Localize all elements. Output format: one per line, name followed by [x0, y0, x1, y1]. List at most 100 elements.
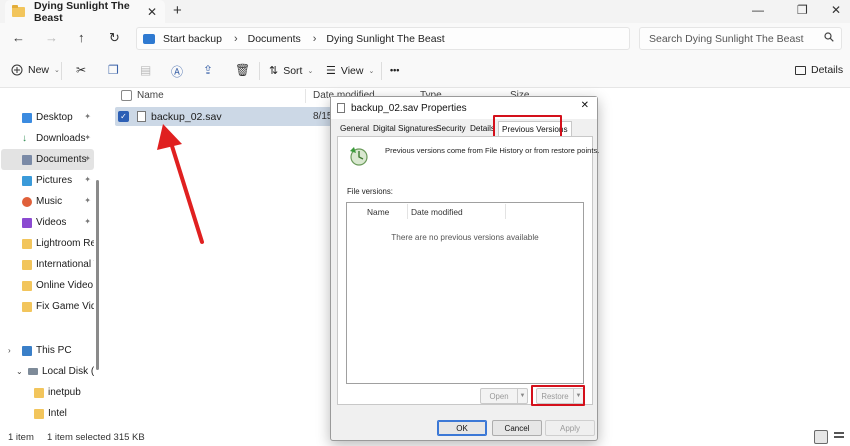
breadcrumb-separator-icon[interactable]: › [313, 33, 317, 45]
pictures-icon [22, 175, 32, 186]
search-input[interactable] [649, 32, 819, 45]
tab-security[interactable]: Security [436, 124, 466, 133]
close-tab-icon[interactable]: ✕ [145, 5, 159, 19]
breadcrumb-separator-icon[interactable]: › [234, 33, 238, 45]
folder-icon [22, 259, 32, 270]
sidebar-item-label: This PC [36, 345, 72, 356]
pin-icon: ✦ [84, 133, 91, 142]
sidebar-item-label: Online Video Re [36, 280, 94, 291]
breadcrumb-start-backup[interactable]: Start backup [163, 33, 222, 45]
navigation-pane: Desktop ✦ ↓ Downloads ✦ Documents ✦ Pict… [0, 88, 100, 428]
download-icon: ↓ [22, 132, 27, 144]
cut-icon[interactable]: ✂ [76, 63, 86, 77]
column-divider[interactable] [407, 204, 408, 219]
sidebar-item-music[interactable]: Music ✦ [1, 191, 94, 212]
close-icon[interactable]: ✕ [581, 100, 589, 111]
more-options-button[interactable]: ••• [390, 65, 399, 75]
title-bar: Dying Sunlight The Beast ✕ + — ❐ ✕ [0, 0, 850, 24]
open-dropdown-icon[interactable]: ▼ [517, 389, 527, 403]
versions-column-name[interactable]: Name [367, 207, 389, 217]
search-icon[interactable] [824, 32, 834, 45]
sidebar-item-online-video[interactable]: Online Video Re [1, 275, 94, 296]
breadcrumb-current-folder[interactable]: Dying Sunlight The Beast [326, 33, 444, 45]
select-all-checkbox[interactable] [121, 90, 132, 101]
tab-details[interactable]: Details [470, 124, 495, 133]
sidebar-item-downloads[interactable]: ↓ Downloads ✦ [1, 128, 94, 149]
versions-column-date[interactable]: Date modified [411, 207, 463, 217]
up-arrow-icon[interactable]: ↑ [78, 30, 85, 45]
tab-digital-signatures[interactable]: Digital Signatures [373, 124, 437, 133]
column-divider[interactable] [505, 204, 506, 219]
documents-icon [22, 154, 32, 165]
details-pane-icon [795, 65, 806, 75]
table-row[interactable]: ✓ backup_02.sav [115, 107, 340, 126]
folder-icon [22, 280, 32, 291]
view-button[interactable]: ☰ View ⌄ [326, 64, 375, 78]
plus-circle-icon [11, 64, 23, 76]
tab-general[interactable]: General [340, 124, 369, 133]
ok-button[interactable]: OK [437, 420, 487, 436]
forward-arrow-icon[interactable]: → [45, 30, 58, 45]
sidebar-item-inetpub[interactable]: inetpub [1, 382, 94, 403]
sidebar-item-desktop[interactable]: Desktop ✦ [1, 107, 94, 128]
properties-dialog: backup_02.sav Properties ✕ General Digit… [330, 96, 599, 441]
sort-icon: ⇅ [269, 65, 279, 77]
highlight-restore [531, 385, 585, 406]
column-divider[interactable] [305, 89, 306, 103]
new-button[interactable]: New ⌄ [11, 64, 60, 76]
sidebar-item-label: Music [36, 196, 63, 207]
chevron-down-icon: ⌄ [368, 67, 375, 75]
sidebar-item-label: Pictures [36, 175, 73, 186]
file-icon [137, 111, 146, 122]
details-view-icon[interactable] [814, 430, 828, 444]
sidebar-item-international[interactable]: International Tra [1, 254, 94, 275]
copy-icon[interactable]: ❐ [108, 63, 119, 77]
computer-icon [22, 345, 32, 356]
tab-title: Dying Sunlight The Beast [34, 0, 130, 24]
toolbar-divider [61, 62, 62, 80]
row-checkbox-checked[interactable]: ✓ [118, 111, 129, 122]
close-window-icon[interactable]: ✕ [831, 3, 841, 17]
chevron-down-icon: ⌄ [54, 67, 60, 74]
delete-icon[interactable]: 🗑 [235, 63, 250, 77]
rename-icon[interactable]: Ⓐ [171, 63, 183, 80]
details-label: Details [811, 64, 844, 76]
sidebar-item-fix-game-video[interactable]: Fix Game Video [1, 296, 94, 317]
sidebar-item-label: International Tra [36, 259, 94, 270]
sidebar-item-local-disk[interactable]: Local Disk (C:) [1, 361, 94, 382]
explorer-tab[interactable]: Dying Sunlight The Beast ✕ [5, 0, 165, 24]
sort-button[interactable]: ⇅ Sort ⌄ [269, 64, 313, 78]
folder-icon [12, 4, 25, 17]
sidebar-item-lightroom[interactable]: Lightroom Red E [1, 233, 94, 254]
sidebar-item-intel[interactable]: Intel [1, 403, 94, 424]
tiles-view-icon[interactable] [833, 430, 847, 444]
search-box[interactable] [639, 27, 842, 50]
sidebar-item-label: inetpub [48, 387, 81, 398]
new-tab-icon[interactable]: + [173, 2, 182, 19]
sidebar-item-videos[interactable]: Videos ✦ [1, 212, 94, 233]
breadcrumb-documents[interactable]: Documents [248, 33, 301, 45]
minimize-icon[interactable]: — [752, 3, 764, 17]
back-arrow-icon[interactable]: ← [12, 30, 25, 45]
apply-button[interactable]: Apply [545, 420, 595, 436]
address-bar[interactable]: Start backup › Documents › Dying Sunligh… [136, 27, 630, 50]
file-versions-list[interactable]: Name Date modified There are no previous… [346, 202, 584, 384]
details-button[interactable]: Details [795, 64, 843, 76]
sidebar-scrollbar[interactable] [96, 180, 99, 370]
sidebar-item-this-pc[interactable]: This PC [1, 340, 94, 361]
cancel-button[interactable]: Cancel [492, 420, 542, 436]
maximize-icon[interactable]: ❐ [797, 3, 808, 17]
view-label: View [340, 64, 364, 77]
folder-icon [34, 408, 44, 419]
refresh-icon[interactable]: ↻ [109, 30, 120, 46]
empty-versions-message: There are no previous versions available [391, 233, 539, 242]
sidebar-item-documents[interactable]: Documents ✦ [1, 149, 94, 170]
sidebar-item-label: Videos [36, 217, 67, 228]
share-icon[interactable]: ⇪ [203, 63, 213, 77]
folder-icon [22, 238, 32, 249]
column-header-name[interactable]: Name [137, 90, 164, 101]
sidebar-item-pictures[interactable]: Pictures ✦ [1, 170, 94, 191]
open-button[interactable]: Open ▼ [480, 388, 528, 404]
paste-icon[interactable]: ▤ [140, 63, 151, 77]
sort-label: Sort [283, 64, 303, 77]
